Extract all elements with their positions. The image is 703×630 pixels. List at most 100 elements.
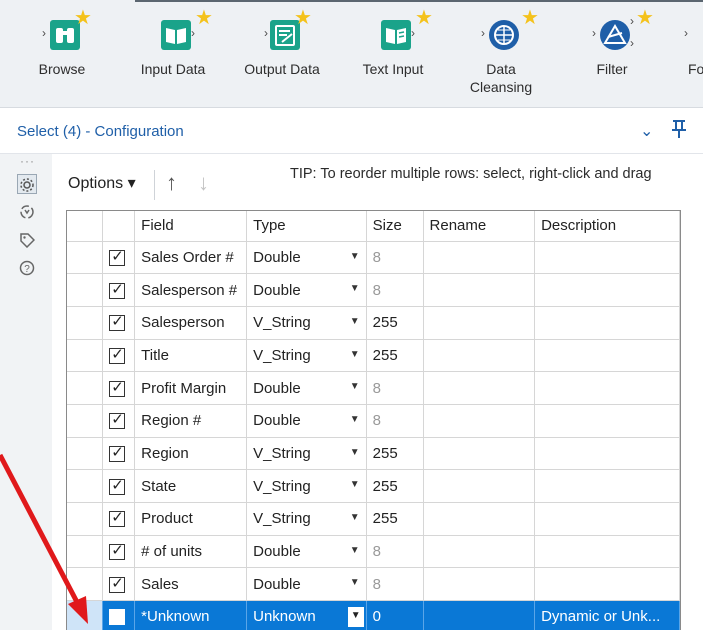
tool-browse[interactable]: › ★ Browse: [32, 8, 92, 78]
field-checkbox-cell[interactable]: ✓: [102, 502, 136, 536]
field-checkbox[interactable]: ✓: [109, 477, 126, 495]
description-cell[interactable]: [534, 371, 680, 405]
field-checkbox-cell[interactable]: ✓: [102, 404, 136, 438]
gear-icon[interactable]: [17, 174, 37, 194]
field-checkbox[interactable]: ✓: [109, 575, 126, 593]
pin-icon[interactable]: [670, 119, 688, 139]
tool-data-cleansing[interactable]: › ★ Data Cleansing: [458, 8, 544, 96]
field-checkbox[interactable]: ✓: [109, 346, 126, 364]
field-name-cell[interactable]: Profit Margin: [134, 371, 248, 405]
rename-cell[interactable]: [423, 339, 536, 373]
tool-filter[interactable]: › › › ★ Filter: [572, 8, 654, 78]
field-checkbox[interactable]: ✓: [109, 248, 126, 266]
column-header-rename[interactable]: Rename: [423, 211, 536, 242]
row-header[interactable]: [67, 404, 104, 438]
field-checkbox[interactable]: ✓: [109, 542, 126, 561]
field-checkbox-cell[interactable]: [102, 600, 136, 630]
options-dropdown-button[interactable]: Options ▾: [68, 173, 136, 193]
dropdown-arrow-icon[interactable]: ▼: [350, 479, 360, 490]
field-checkbox[interactable]: ✓: [109, 379, 126, 397]
description-cell[interactable]: [534, 502, 680, 536]
type-cell[interactable]: V_String ▼: [246, 502, 367, 536]
dropdown-arrow-icon[interactable]: ▼: [350, 349, 360, 360]
move-up-arrow-icon[interactable]: ↑: [166, 170, 177, 196]
table-row[interactable]: ✓ Salesperson V_String ▼ 255: [67, 306, 680, 340]
field-checkbox-cell[interactable]: ✓: [102, 339, 136, 373]
description-cell[interactable]: [534, 306, 680, 340]
row-header[interactable]: [67, 469, 104, 503]
type-cell[interactable]: Double ▼: [246, 567, 367, 602]
tool-input-data[interactable]: › ★ Input Data: [130, 8, 216, 78]
rename-cell[interactable]: [423, 469, 536, 503]
table-row[interactable]: ✓ Sales Double ▼ 8: [67, 567, 680, 602]
rename-cell[interactable]: [423, 306, 536, 340]
dropdown-arrow-icon[interactable]: ▼: [350, 545, 360, 556]
chevron-down-icon[interactable]: ⌄: [640, 121, 653, 141]
field-checkbox-cell[interactable]: ✓: [102, 535, 136, 569]
help-icon[interactable]: ?: [17, 260, 37, 280]
type-cell[interactable]: V_String ▼: [246, 469, 367, 503]
tool-formula[interactable]: › Fo: [680, 14, 703, 78]
field-name-cell[interactable]: Sales: [134, 567, 248, 602]
tool-text-input[interactable]: › ★ Text Input: [350, 8, 436, 78]
tag-icon[interactable]: [17, 232, 37, 252]
field-checkbox-cell[interactable]: ✓: [102, 371, 136, 405]
type-cell[interactable]: Double ▼: [246, 535, 367, 569]
column-header-size[interactable]: Size: [366, 211, 424, 242]
size-cell[interactable]: 255: [366, 502, 424, 536]
field-name-cell[interactable]: Region #: [134, 404, 248, 438]
row-header[interactable]: [67, 535, 104, 569]
size-cell[interactable]: 255: [366, 339, 424, 373]
description-cell[interactable]: Dynamic or Unk...: [534, 600, 680, 630]
dropdown-arrow-icon[interactable]: ▼: [351, 610, 361, 621]
type-cell[interactable]: Double ▼: [246, 241, 367, 275]
field-name-cell[interactable]: Salesperson: [134, 306, 248, 340]
move-down-arrow-icon[interactable]: ↓: [198, 170, 209, 196]
row-header[interactable]: [67, 371, 104, 405]
table-row[interactable]: ✓ Product V_String ▼ 255: [67, 502, 680, 536]
table-row[interactable]: ✓ Title V_String ▼ 255: [67, 339, 680, 373]
size-cell[interactable]: 8: [366, 535, 424, 569]
rename-cell[interactable]: [423, 241, 536, 275]
size-cell[interactable]: 255: [366, 437, 424, 471]
table-row[interactable]: ✓ Profit Margin Double ▼ 8: [67, 371, 680, 405]
row-header[interactable]: [67, 600, 104, 630]
table-row[interactable]: ✓ Region V_String ▼ 255: [67, 437, 680, 471]
dropdown-arrow-icon[interactable]: ▼: [350, 283, 360, 294]
dropdown-arrow-icon[interactable]: ▼: [350, 316, 360, 327]
description-cell[interactable]: [534, 404, 680, 438]
size-cell[interactable]: 8: [366, 241, 424, 275]
description-cell[interactable]: [534, 437, 680, 471]
table-row[interactable]: ✓ # of units Double ▼ 8: [67, 535, 680, 569]
size-cell[interactable]: 8: [366, 567, 424, 602]
more-dots-icon[interactable]: ···: [20, 154, 35, 168]
size-cell[interactable]: 8: [366, 404, 424, 438]
table-row[interactable]: ✓ State V_String ▼ 255: [67, 469, 680, 503]
rename-cell[interactable]: [423, 437, 536, 471]
field-name-cell[interactable]: Sales Order #: [134, 241, 248, 275]
field-name-cell[interactable]: State: [134, 469, 248, 503]
cycle-arrows-icon[interactable]: [17, 204, 37, 224]
dropdown-arrow-icon[interactable]: ▼: [350, 381, 360, 392]
description-cell[interactable]: [534, 241, 680, 275]
field-checkbox-cell[interactable]: ✓: [102, 567, 136, 602]
description-cell[interactable]: [534, 339, 680, 373]
table-row[interactable]: ✓ Sales Order # Double ▼ 8: [67, 241, 680, 275]
size-cell[interactable]: 0: [366, 600, 424, 630]
field-checkbox[interactable]: ✓: [109, 313, 126, 332]
rename-cell[interactable]: [423, 371, 536, 405]
field-checkbox[interactable]: ✓: [109, 509, 126, 528]
dropdown-arrow-icon[interactable]: ▼: [350, 577, 360, 588]
table-row[interactable]: ✓ Region # Double ▼ 8: [67, 404, 680, 438]
description-cell[interactable]: [534, 273, 680, 307]
type-cell[interactable]: Double ▼: [246, 404, 367, 438]
type-cell[interactable]: V_String ▼: [246, 306, 367, 340]
size-cell[interactable]: 255: [366, 306, 424, 340]
description-cell[interactable]: [534, 535, 680, 569]
table-row[interactable]: ✓ Salesperson # Double ▼ 8: [67, 273, 680, 307]
field-checkbox[interactable]: ✓: [109, 411, 126, 430]
row-header[interactable]: [67, 241, 104, 275]
field-checkbox[interactable]: ✓: [109, 281, 126, 299]
column-header-field[interactable]: Field: [134, 211, 248, 242]
description-cell[interactable]: [534, 567, 680, 602]
